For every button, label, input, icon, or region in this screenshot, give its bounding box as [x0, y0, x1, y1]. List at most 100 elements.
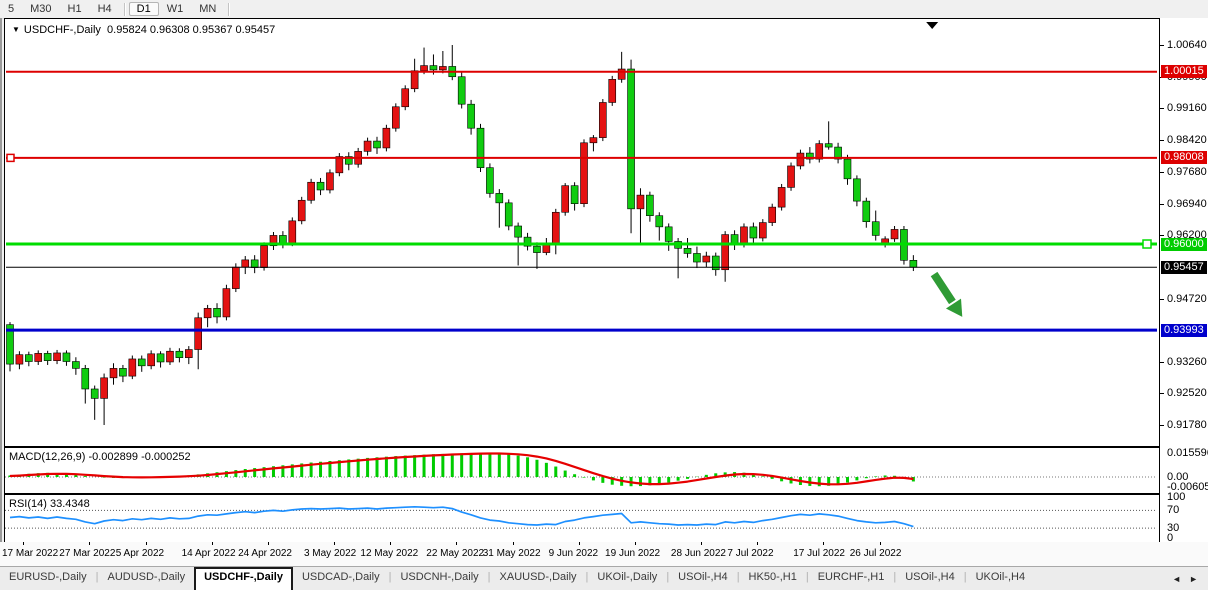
- date-label: 7 Jul 2022: [727, 548, 773, 559]
- date-label: 5 Apr 2022: [116, 548, 164, 559]
- date-tick: [456, 542, 457, 545]
- price-badge-0.98008: 0.98008: [1161, 151, 1207, 164]
- tab-audusd-daily[interactable]: AUDUSD-,Daily: [98, 567, 194, 590]
- price-axis-tick: [1160, 172, 1164, 173]
- tab-scroll-right-icon[interactable]: ►: [1189, 574, 1198, 584]
- tab-usoil-h4[interactable]: USOil-,H4: [896, 567, 964, 590]
- date-label: 17 Mar 2022: [2, 548, 58, 559]
- price-axis-tick: [1160, 299, 1164, 300]
- date-tick: [880, 542, 881, 545]
- date-tick: [390, 542, 391, 545]
- collapse-icon[interactable]: ▼: [12, 25, 20, 34]
- chart-shift-marker[interactable]: [926, 22, 938, 29]
- timeframe-button-5[interactable]: 5: [0, 2, 22, 16]
- price-axis-tick: [1160, 425, 1164, 426]
- tab-ukoil-daily[interactable]: UKOil-,Daily: [588, 567, 666, 590]
- symbol-tab-bar: EURUSD-,Daily|AUDUSD-,DailyUSDCHF-,Daily…: [0, 566, 1208, 590]
- chart-ohlc-values: 0.95824 0.96308 0.95367 0.95457: [107, 24, 275, 36]
- macd-indicator-panel[interactable]: MACD(12,26,9) -0.002899 -0.000252: [4, 447, 1160, 494]
- price-badge-0.96000: 0.96000: [1161, 238, 1207, 251]
- date-tick: [579, 542, 580, 545]
- toolbar-separator: [124, 3, 125, 16]
- price-axis-label: 1.00640: [1167, 39, 1207, 51]
- timeframe-button-M30[interactable]: M30: [22, 2, 59, 16]
- horizontal-line-0.96000[interactable]: [6, 240, 1157, 248]
- date-label: 3 May 2022: [304, 548, 356, 559]
- date-tick: [635, 542, 636, 545]
- date-tick: [334, 542, 335, 545]
- tab-xauusd-daily[interactable]: XAUUSD-,Daily: [491, 567, 586, 590]
- date-tick: [268, 542, 269, 545]
- indicator-axis-label: 0.015596: [1167, 447, 1208, 459]
- price-axis-label: 0.92520: [1167, 387, 1207, 399]
- date-tick: [701, 542, 702, 545]
- price-axis-label: 0.93260: [1167, 356, 1207, 368]
- tab-scroll-left-icon[interactable]: ◄: [1172, 574, 1181, 584]
- tab-usdcad-daily[interactable]: USDCAD-,Daily: [293, 567, 389, 590]
- date-label: 17 Jul 2022: [793, 548, 845, 559]
- timeframe-button-D1[interactable]: D1: [129, 2, 159, 16]
- tab-eurusd-daily[interactable]: EURUSD-,Daily: [0, 567, 96, 590]
- timeframe-button-H4[interactable]: H4: [90, 2, 120, 16]
- price-badge-1.00015: 1.00015: [1161, 65, 1207, 78]
- chart-symbol-label: USDCHF-,Daily: [24, 24, 101, 36]
- price-axis-tick: [1160, 235, 1164, 236]
- tab-usoil-h4[interactable]: USOil-,H4: [669, 567, 737, 590]
- date-label: 12 May 2022: [360, 548, 418, 559]
- tab-usdcnh-daily[interactable]: USDCNH-,Daily: [391, 567, 487, 590]
- date-tick: [146, 542, 147, 545]
- trading-terminal-window: { "toolbar": { "timeframes": [ {"label":…: [0, 0, 1208, 589]
- date-label: 9 Jun 2022: [549, 548, 599, 559]
- timeframe-button-W1[interactable]: W1: [159, 2, 192, 16]
- candles: [7, 45, 917, 425]
- indicator-axis-label: 70: [1167, 504, 1179, 516]
- date-label: 19 Jun 2022: [605, 548, 660, 559]
- down-arrow-annotation[interactable]: [934, 274, 962, 317]
- date-tick: [513, 542, 514, 545]
- tab-hk50-h1[interactable]: HK50-,H1: [740, 567, 806, 590]
- date-label: 27 Mar 2022: [59, 548, 115, 559]
- date-tick: [89, 542, 90, 545]
- date-label: 24 Apr 2022: [238, 548, 292, 559]
- price-axis-label: 0.91780: [1167, 419, 1207, 431]
- price-axis-tick: [1160, 393, 1164, 394]
- price-axis-tick: [1160, 108, 1164, 109]
- price-axis-label: 0.94720: [1167, 293, 1207, 305]
- date-label: 28 Jun 2022: [671, 548, 726, 559]
- price-chart-panel[interactable]: ▼ USDCHF-,Daily 0.95824 0.96308 0.95367 0…: [4, 18, 1160, 447]
- price-axis-tick: [1160, 204, 1164, 205]
- price-axis-label: 0.99160: [1167, 102, 1207, 114]
- price-axis-tick: [1160, 140, 1164, 141]
- price-axis-tick: [1160, 45, 1164, 46]
- date-axis[interactable]: 17 Mar 202227 Mar 20225 Apr 2022 14 Apr 2…: [0, 542, 1208, 566]
- price-badge-0.93993: 0.93993: [1161, 324, 1207, 337]
- macd-label: MACD(12,26,9) -0.002899 -0.000252: [9, 451, 191, 463]
- tab-eurchf-h1[interactable]: EURCHF-,H1: [809, 567, 894, 590]
- date-tick: [757, 542, 758, 545]
- date-label: 31 May 2022: [483, 548, 541, 559]
- price-axis-label: 0.97680: [1167, 166, 1207, 178]
- chart-title: ▼ USDCHF-,Daily 0.95824 0.96308 0.95367 0…: [12, 24, 275, 36]
- rsi-line: [10, 507, 913, 527]
- timeframe-button-MN[interactable]: MN: [191, 2, 224, 16]
- date-label: 14 Apr 2022: [182, 548, 236, 559]
- window-left-edge: [0, 18, 2, 566]
- indicator-axis-label: 100: [1167, 491, 1185, 503]
- tab-ukoil-h4[interactable]: UKOil-,H4: [967, 567, 1035, 590]
- price-axis-tick: [1160, 362, 1164, 363]
- price-axis[interactable]: 1.006400.999000.991600.984200.976800.969…: [1160, 18, 1208, 542]
- rsi-indicator-panel[interactable]: RSI(14) 33.4348: [4, 494, 1160, 543]
- price-axis-label: 0.96940: [1167, 198, 1207, 210]
- tab-scroll-buttons: ◄►: [1162, 567, 1208, 590]
- tab-usdchf-daily[interactable]: USDCHF-,Daily: [194, 567, 293, 590]
- timeframe-button-H1[interactable]: H1: [60, 2, 90, 16]
- price-badge-0.95457: 0.95457: [1161, 261, 1207, 274]
- timeframe-toolbar: 5M30H1H4 D1W1MN: [0, 0, 1208, 19]
- price-axis-label: 0.98420: [1167, 134, 1207, 146]
- date-tick: [23, 542, 24, 545]
- date-tick: [212, 542, 213, 545]
- date-label: 22 May 2022: [426, 548, 484, 559]
- rsi-label: RSI(14) 33.4348: [9, 498, 90, 510]
- date-tick: [823, 542, 824, 545]
- toolbar-separator: [228, 3, 229, 16]
